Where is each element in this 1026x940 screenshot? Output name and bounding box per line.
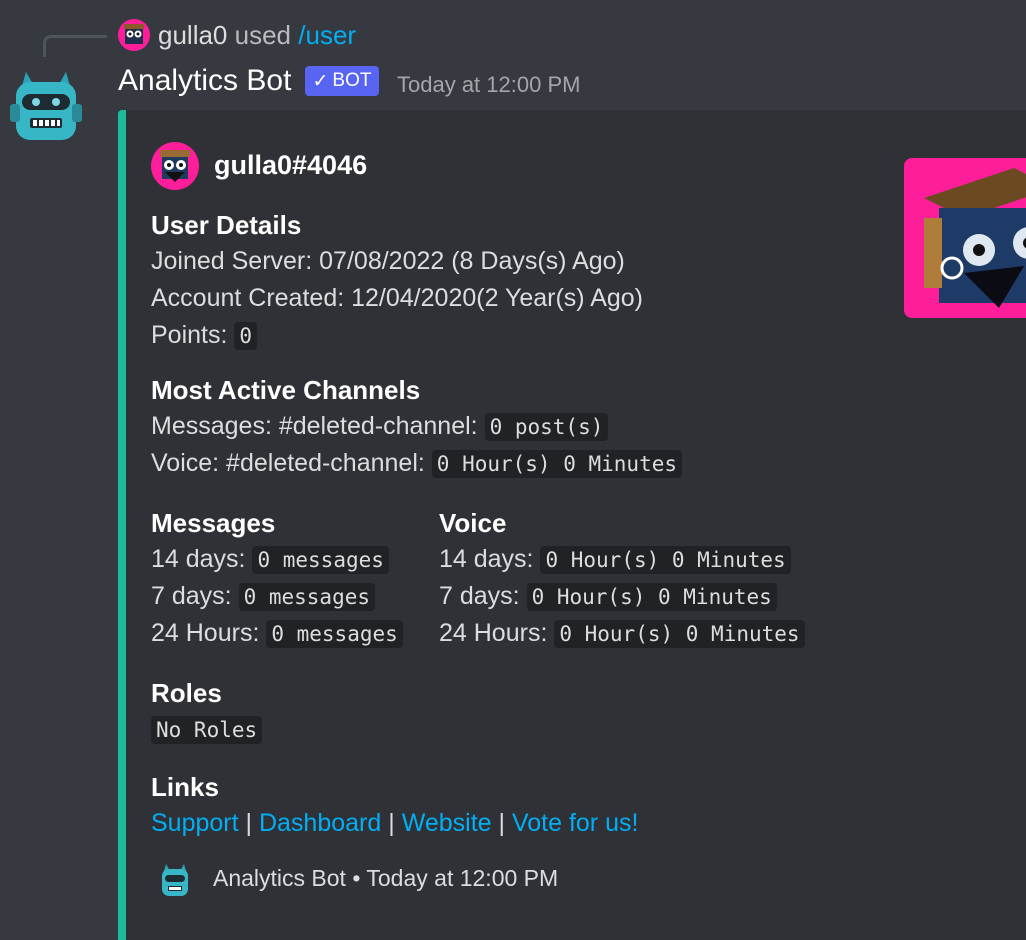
vote-link[interactable]: Vote for us!	[512, 809, 638, 837]
field-messages: Messages 14 days: 0 messages 7 days: 0 m…	[151, 505, 403, 652]
reply-used-text: used	[234, 20, 292, 50]
support-link[interactable]: Support	[151, 809, 239, 837]
voice-row: 24 Hours: 0 Hour(s) 0 Minutes	[439, 615, 805, 652]
footer-bot-icon	[162, 864, 188, 896]
active-messages-value: 0 post(s)	[484, 413, 609, 441]
active-messages-label: Messages: #deleted-channel:	[151, 412, 478, 440]
field-user-details: User Details Joined Server: 07/08/2022 (…	[151, 207, 643, 354]
field-voice: Voice 14 days: 0 Hour(s) 0 Minutes 7 day…	[439, 505, 805, 652]
roles-line: No Roles	[151, 711, 263, 748]
row-label: 7 days:	[151, 582, 232, 610]
footer-author: Analytics Bot	[213, 865, 346, 891]
reply-user-avatar[interactable]	[118, 19, 150, 51]
field-most-active-channels: Most Active Channels Messages: #deleted-…	[151, 372, 682, 482]
reply-connector	[43, 35, 107, 57]
field-title: Roles	[151, 678, 222, 708]
row-label: 14 days:	[439, 545, 534, 573]
embed-author-avatar	[151, 142, 199, 190]
bot-username[interactable]: Analytics Bot	[118, 64, 291, 98]
field-title: User Details	[151, 210, 302, 240]
footer-timestamp: Today at 12:00 PM	[366, 865, 559, 891]
footer-dot: •	[352, 865, 361, 891]
row-label: 24 Hours:	[151, 619, 260, 647]
field-title: Links	[151, 772, 219, 802]
field-title: Messages	[151, 508, 276, 538]
active-voice-value: 0 Hour(s) 0 Minutes	[431, 450, 682, 478]
row-value: 0 messages	[252, 546, 389, 574]
field-roles: Roles No Roles	[151, 675, 263, 748]
reply-username[interactable]: gulla0	[158, 20, 227, 50]
messages-row: 7 days: 0 messages	[151, 578, 403, 615]
link-separator: |	[388, 809, 395, 837]
row-value: 0 Hour(s) 0 Minutes	[554, 620, 805, 648]
row-label: 7 days:	[439, 582, 520, 610]
website-link[interactable]: Website	[402, 809, 492, 837]
link-separator: |	[498, 809, 506, 837]
check-icon: ✓	[312, 70, 329, 92]
embed-author-name[interactable]: gulla0#4046	[214, 150, 367, 181]
reply-text: gulla0 used /user	[158, 20, 356, 51]
roles-value: No Roles	[151, 716, 263, 744]
active-voice-line: Voice: #deleted-channel: 0 Hour(s) 0 Min…	[151, 445, 682, 482]
bot-tag-label: BOT	[332, 70, 372, 91]
voice-row: 14 days: 0 Hour(s) 0 Minutes	[439, 541, 805, 578]
row-value: 0 messages	[266, 620, 403, 648]
created-label: Account Created:	[151, 284, 345, 312]
joined-value: 07/08/2022 (8 Days(s) Ago)	[319, 247, 625, 275]
row-value: 0 Hour(s) 0 Minutes	[540, 546, 791, 574]
messages-row: 14 days: 0 messages	[151, 541, 403, 578]
embed-thumbnail[interactable]	[904, 158, 1026, 318]
message-timestamp[interactable]: Today at 12:00 PM	[397, 72, 580, 98]
embed: gulla0#4046 User Details Joined Server: …	[118, 110, 1026, 940]
created-value: 12/04/2020(2 Year(s) Ago)	[351, 284, 644, 312]
active-messages-line: Messages: #deleted-channel: 0 post(s)	[151, 408, 682, 445]
field-links: Links Support | Dashboard | Website | Vo…	[151, 769, 638, 842]
bot-tag-badge: ✓ BOT	[305, 66, 379, 96]
footer-text: Analytics Bot • Today at 12:00 PM	[213, 865, 558, 892]
points-label: Points:	[151, 321, 228, 349]
link-separator: |	[245, 809, 253, 837]
field-title: Most Active Channels	[151, 375, 421, 405]
row-label: 14 days:	[151, 545, 246, 573]
bot-avatar[interactable]	[6, 66, 86, 146]
account-created-line: Account Created: 12/04/2020(2 Year(s) Ag…	[151, 280, 643, 317]
messages-row: 24 Hours: 0 messages	[151, 615, 403, 652]
row-value: 0 messages	[238, 583, 375, 611]
voice-row: 7 days: 0 Hour(s) 0 Minutes	[439, 578, 805, 615]
joined-server-line: Joined Server: 07/08/2022 (8 Days(s) Ago…	[151, 243, 643, 280]
reply-command[interactable]: /user	[298, 20, 356, 50]
row-value: 0 Hour(s) 0 Minutes	[526, 583, 777, 611]
row-label: 24 Hours:	[439, 619, 548, 647]
dashboard-link[interactable]: Dashboard	[259, 809, 381, 837]
field-title: Voice	[439, 508, 507, 538]
links-line: Support | Dashboard | Website | Vote for…	[151, 805, 638, 842]
active-voice-label: Voice: #deleted-channel:	[151, 449, 425, 477]
joined-label: Joined Server:	[151, 247, 313, 275]
points-value: 0	[234, 322, 258, 350]
points-line: Points: 0	[151, 317, 643, 354]
